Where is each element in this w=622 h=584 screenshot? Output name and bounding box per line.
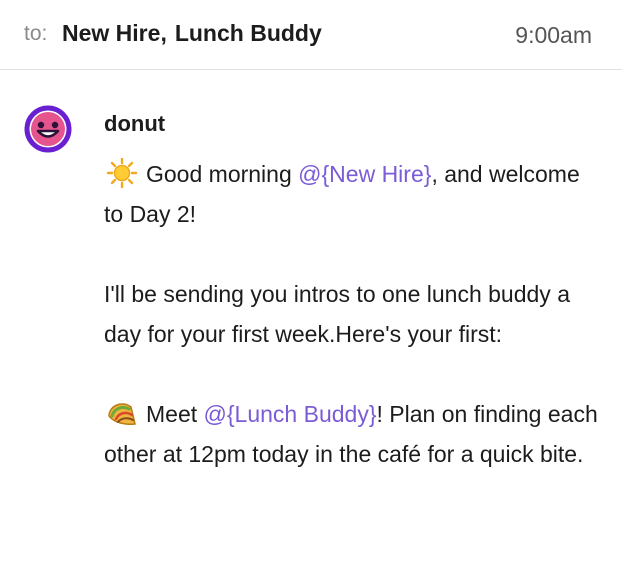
mention-lunch-buddy[interactable]: @{Lunch Buddy} bbox=[204, 401, 377, 427]
timestamp: 9:00am bbox=[515, 22, 592, 48]
recipient-separator: , bbox=[160, 20, 167, 46]
donut-smiley-icon[interactable] bbox=[23, 104, 73, 154]
recipient-lunch-buddy[interactable]: Lunch Buddy bbox=[175, 20, 322, 46]
recipient-new-hire[interactable]: New Hire bbox=[62, 20, 160, 46]
message-paragraph-meet: Meet @{Lunch Buddy}! Plan on finding eac… bbox=[104, 394, 604, 474]
to-label: to: bbox=[24, 22, 48, 45]
message-body: Good morning @{New Hire}, and welcome to… bbox=[104, 154, 604, 474]
meet-text-before: Meet bbox=[146, 401, 204, 427]
taco-icon bbox=[104, 398, 140, 428]
sender-name[interactable]: donut bbox=[104, 111, 165, 137]
sun-icon bbox=[104, 157, 140, 189]
message-paragraph-intro: I'll be sending you intros to one lunch … bbox=[104, 281, 570, 347]
message-header: to: New Hire, Lunch Buddy 9:00am bbox=[0, 0, 622, 70]
recipients: New Hire, Lunch Buddy bbox=[62, 20, 322, 47]
mention-new-hire[interactable]: @{New Hire} bbox=[298, 161, 431, 187]
message-paragraph-greeting: Good morning @{New Hire}, and welcome to… bbox=[104, 154, 604, 234]
greeting-text-before: Good morning bbox=[146, 161, 299, 187]
